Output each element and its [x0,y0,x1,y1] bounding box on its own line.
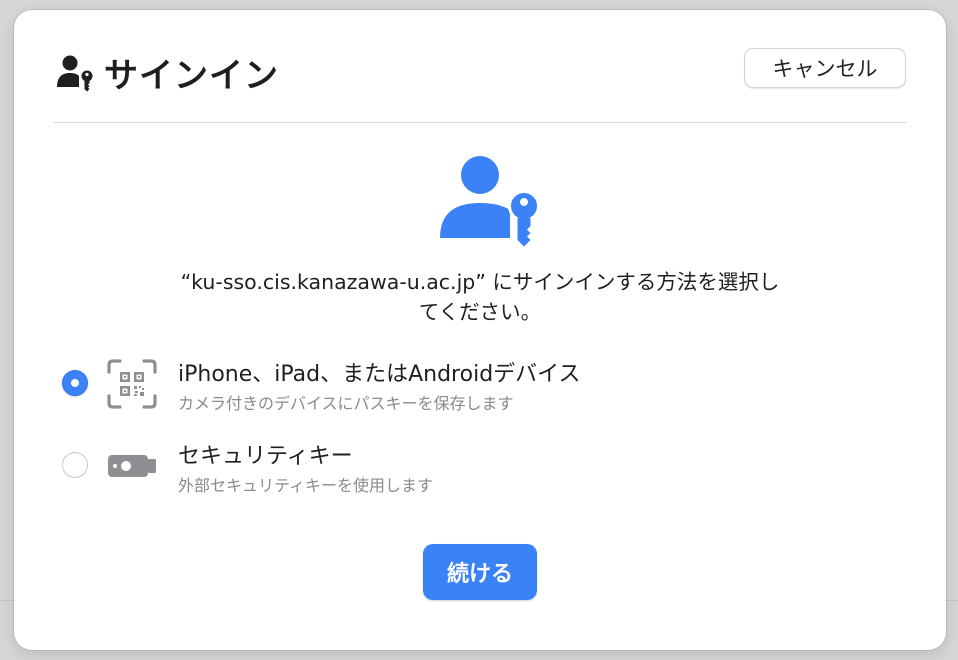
header-divider [54,122,906,123]
option-phone-tablet[interactable]: iPhone、iPad、またはAndroidデバイス カメラ付きのデバイスにパス… [60,354,880,414]
option-security-key[interactable]: セキュリティキー 外部セキュリティキーを使用します [60,436,880,496]
radio-phone-tablet[interactable] [62,370,88,396]
sign-in-prompt: “ku-sso.cis.kanazawa-u.ac.jp” にサインインする方法… [114,267,846,327]
person-key-icon [57,55,93,92]
sign-in-dialog: サインイン キャンセル “ku-sso.cis.kanazawa-u.ac.jp… [14,10,946,650]
person-key-hero-icon [440,156,540,247]
dialog-title: サインイン [104,55,279,96]
usb-security-key-icon [108,455,156,477]
qr-code-scan-icon [107,359,157,409]
option-subtitle: 外部セキュリティキーを使用します [178,476,434,495]
option-title: iPhone、iPad、またはAndroidデバイス [178,362,581,387]
continue-button[interactable]: 続ける [423,544,537,600]
option-subtitle: カメラ付きのデバイスにパスキーを保存します [178,394,514,413]
prompt-line-1: “ku-sso.cis.kanazawa-u.ac.jp” にサインインする方法… [180,270,780,294]
cancel-button[interactable]: キャンセル [744,48,906,88]
radio-security-key[interactable] [62,452,88,478]
prompt-line-2: てください。 [418,300,542,324]
option-title: セキュリティキー [178,444,353,469]
dialog-header: サインイン [56,48,279,96]
